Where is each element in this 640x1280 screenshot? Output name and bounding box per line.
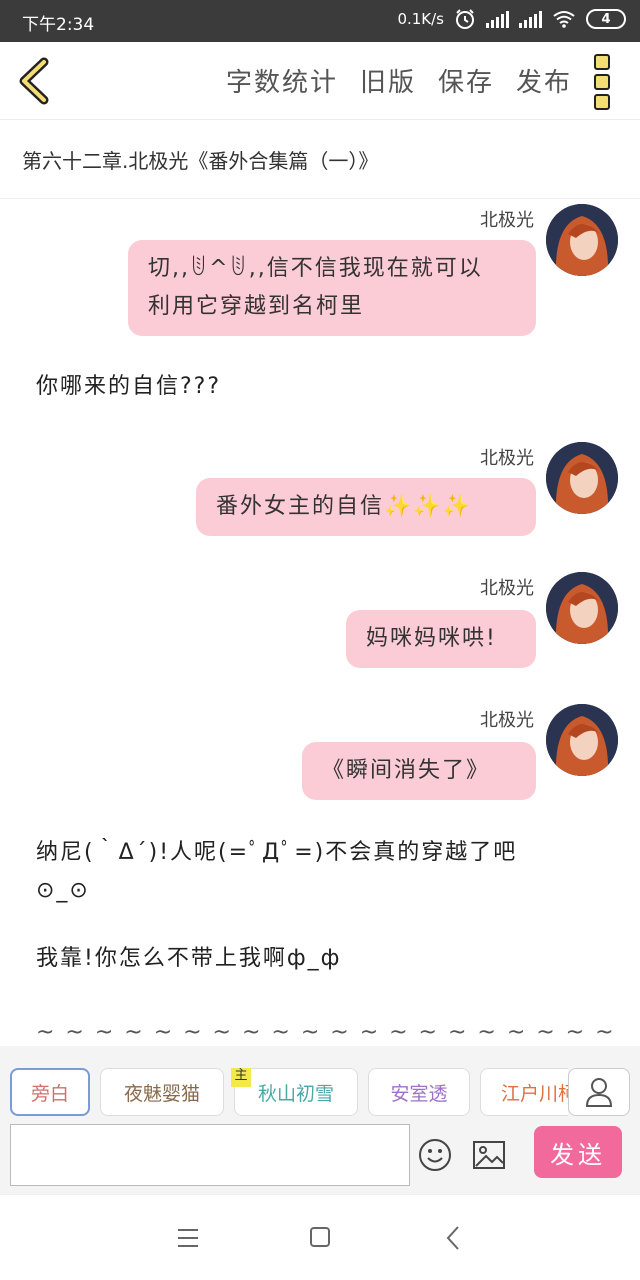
square-icon bbox=[310, 1227, 330, 1247]
person-icon bbox=[585, 1078, 613, 1107]
message-text-line: 切,,ꂹ^ꂹ,,信不信我现在就可以 bbox=[148, 256, 483, 281]
sender-name: 北极光 bbox=[480, 578, 534, 599]
narration-text[interactable]: 纳尼(｀Δ´)!人呢(=ﾟДﾟ=)不会真的穿越了吧 ⊙_⊙ bbox=[36, 834, 616, 910]
more-dot-icon bbox=[594, 94, 610, 110]
network-speed: 0.1K/s bbox=[397, 10, 444, 28]
character-label: 夜魅婴猫 bbox=[123, 1082, 200, 1105]
chevron-left-icon bbox=[19, 57, 49, 105]
more-dot-icon bbox=[594, 74, 610, 90]
character-selector: 旁白 夜魅婴猫 主 秋山初雪 安室透 江户川柯 bbox=[8, 1068, 568, 1118]
character-label: 秋山初雪 bbox=[257, 1082, 334, 1105]
narration-line: 纳尼(｀Δ´)!人呢(=ﾟДﾟ=)不会真的穿越了吧 bbox=[36, 840, 518, 865]
word-count-button[interactable]: 字数统计 bbox=[226, 62, 338, 99]
chat-area: 北极光 切,,ꂹ^ꂹ,,信不信我现在就可以 利用它穿越到名柯里 你哪来的自信??… bbox=[0, 200, 640, 1046]
narration-text[interactable]: 我靠!你怎么不带上我啊ф_ф bbox=[36, 940, 341, 978]
menu-nav-button[interactable] bbox=[168, 1221, 208, 1255]
message-bubble[interactable]: 妈咪妈咪哄! bbox=[346, 610, 536, 668]
sender-name: 北极光 bbox=[480, 710, 534, 731]
character-label: 旁白 bbox=[30, 1082, 69, 1105]
chapter-title[interactable]: 第六十二章.北极光《番外合集篇（一）》 bbox=[0, 121, 640, 199]
narration-text[interactable]: 你哪来的自信??? bbox=[36, 368, 221, 406]
more-menu-button[interactable] bbox=[594, 54, 614, 110]
smiley-icon bbox=[419, 1139, 451, 1171]
more-dot-icon bbox=[594, 54, 610, 70]
composer-panel: 旁白 夜魅婴猫 主 秋山初雪 安室透 江户川柯 发送 bbox=[0, 1046, 640, 1194]
character-chip-narrator[interactable]: 旁白 bbox=[10, 1068, 90, 1116]
character-manager-button[interactable] bbox=[568, 1068, 630, 1116]
image-button[interactable] bbox=[472, 1140, 506, 1170]
chevron-left-icon bbox=[446, 1226, 459, 1250]
message-input[interactable] bbox=[10, 1124, 410, 1186]
character-chip-main[interactable]: 主 秋山初雪 bbox=[231, 1068, 358, 1116]
signal-icon bbox=[519, 10, 542, 28]
character-chip[interactable]: 夜魅婴猫 bbox=[100, 1068, 224, 1116]
sender-name: 北极光 bbox=[480, 448, 534, 469]
system-nav-bar bbox=[0, 1194, 640, 1280]
avatar[interactable] bbox=[546, 572, 618, 644]
image-icon bbox=[473, 1141, 505, 1169]
character-chip[interactable]: 安室透 bbox=[368, 1068, 470, 1116]
battery-icon: 4 bbox=[586, 9, 626, 29]
alarm-icon bbox=[456, 9, 474, 29]
avatar[interactable] bbox=[546, 204, 618, 276]
avatar[interactable] bbox=[546, 704, 618, 776]
back-nav-button[interactable] bbox=[434, 1221, 474, 1255]
character-chip[interactable]: 江户川柯 bbox=[480, 1068, 568, 1116]
status-bar: 下午2:34 0.1K/s 4 bbox=[0, 0, 640, 42]
message-bubble[interactable]: 番外女主的自信✨✨✨ bbox=[196, 478, 536, 536]
status-icons: 0.1K/s 4 bbox=[397, 8, 626, 30]
character-label: 安室透 bbox=[390, 1082, 448, 1105]
wifi-icon bbox=[553, 11, 575, 28]
home-nav-button[interactable] bbox=[300, 1221, 340, 1255]
publish-button[interactable]: 发布 bbox=[516, 62, 572, 99]
send-button[interactable]: 发送 bbox=[534, 1126, 622, 1178]
avatar[interactable] bbox=[546, 442, 618, 514]
status-time: 下午2:34 bbox=[22, 15, 95, 35]
main-character-badge: 主 bbox=[231, 1068, 251, 1087]
sender-name: 北极光 bbox=[480, 210, 534, 231]
narration-line: ⊙_⊙ bbox=[36, 878, 90, 903]
signal-icon bbox=[486, 10, 509, 28]
character-label: 江户川柯 bbox=[501, 1082, 568, 1105]
save-button[interactable]: 保存 bbox=[438, 62, 494, 99]
narration-text[interactable]: ~ ~ ~ ~ ~ ~ ~ ~ ~ ~ ~ ~ ~ ~ ~ ~ ~ ~ ~ ~ … bbox=[36, 1014, 640, 1046]
back-button[interactable] bbox=[14, 56, 54, 106]
emoji-button[interactable] bbox=[418, 1138, 452, 1172]
message-bubble[interactable]: 《瞬间消失了》 bbox=[302, 742, 536, 800]
menu-icon bbox=[178, 1229, 198, 1247]
message-bubble[interactable]: 切,,ꂹ^ꂹ,,信不信我现在就可以 利用它穿越到名柯里 bbox=[128, 240, 536, 336]
top-toolbar: 字数统计 旧版 保存 发布 bbox=[0, 42, 640, 120]
toolbar-actions: 字数统计 旧版 保存 发布 bbox=[226, 62, 572, 99]
message-text-line: 利用它穿越到名柯里 bbox=[148, 294, 365, 319]
old-version-button[interactable]: 旧版 bbox=[360, 62, 416, 99]
